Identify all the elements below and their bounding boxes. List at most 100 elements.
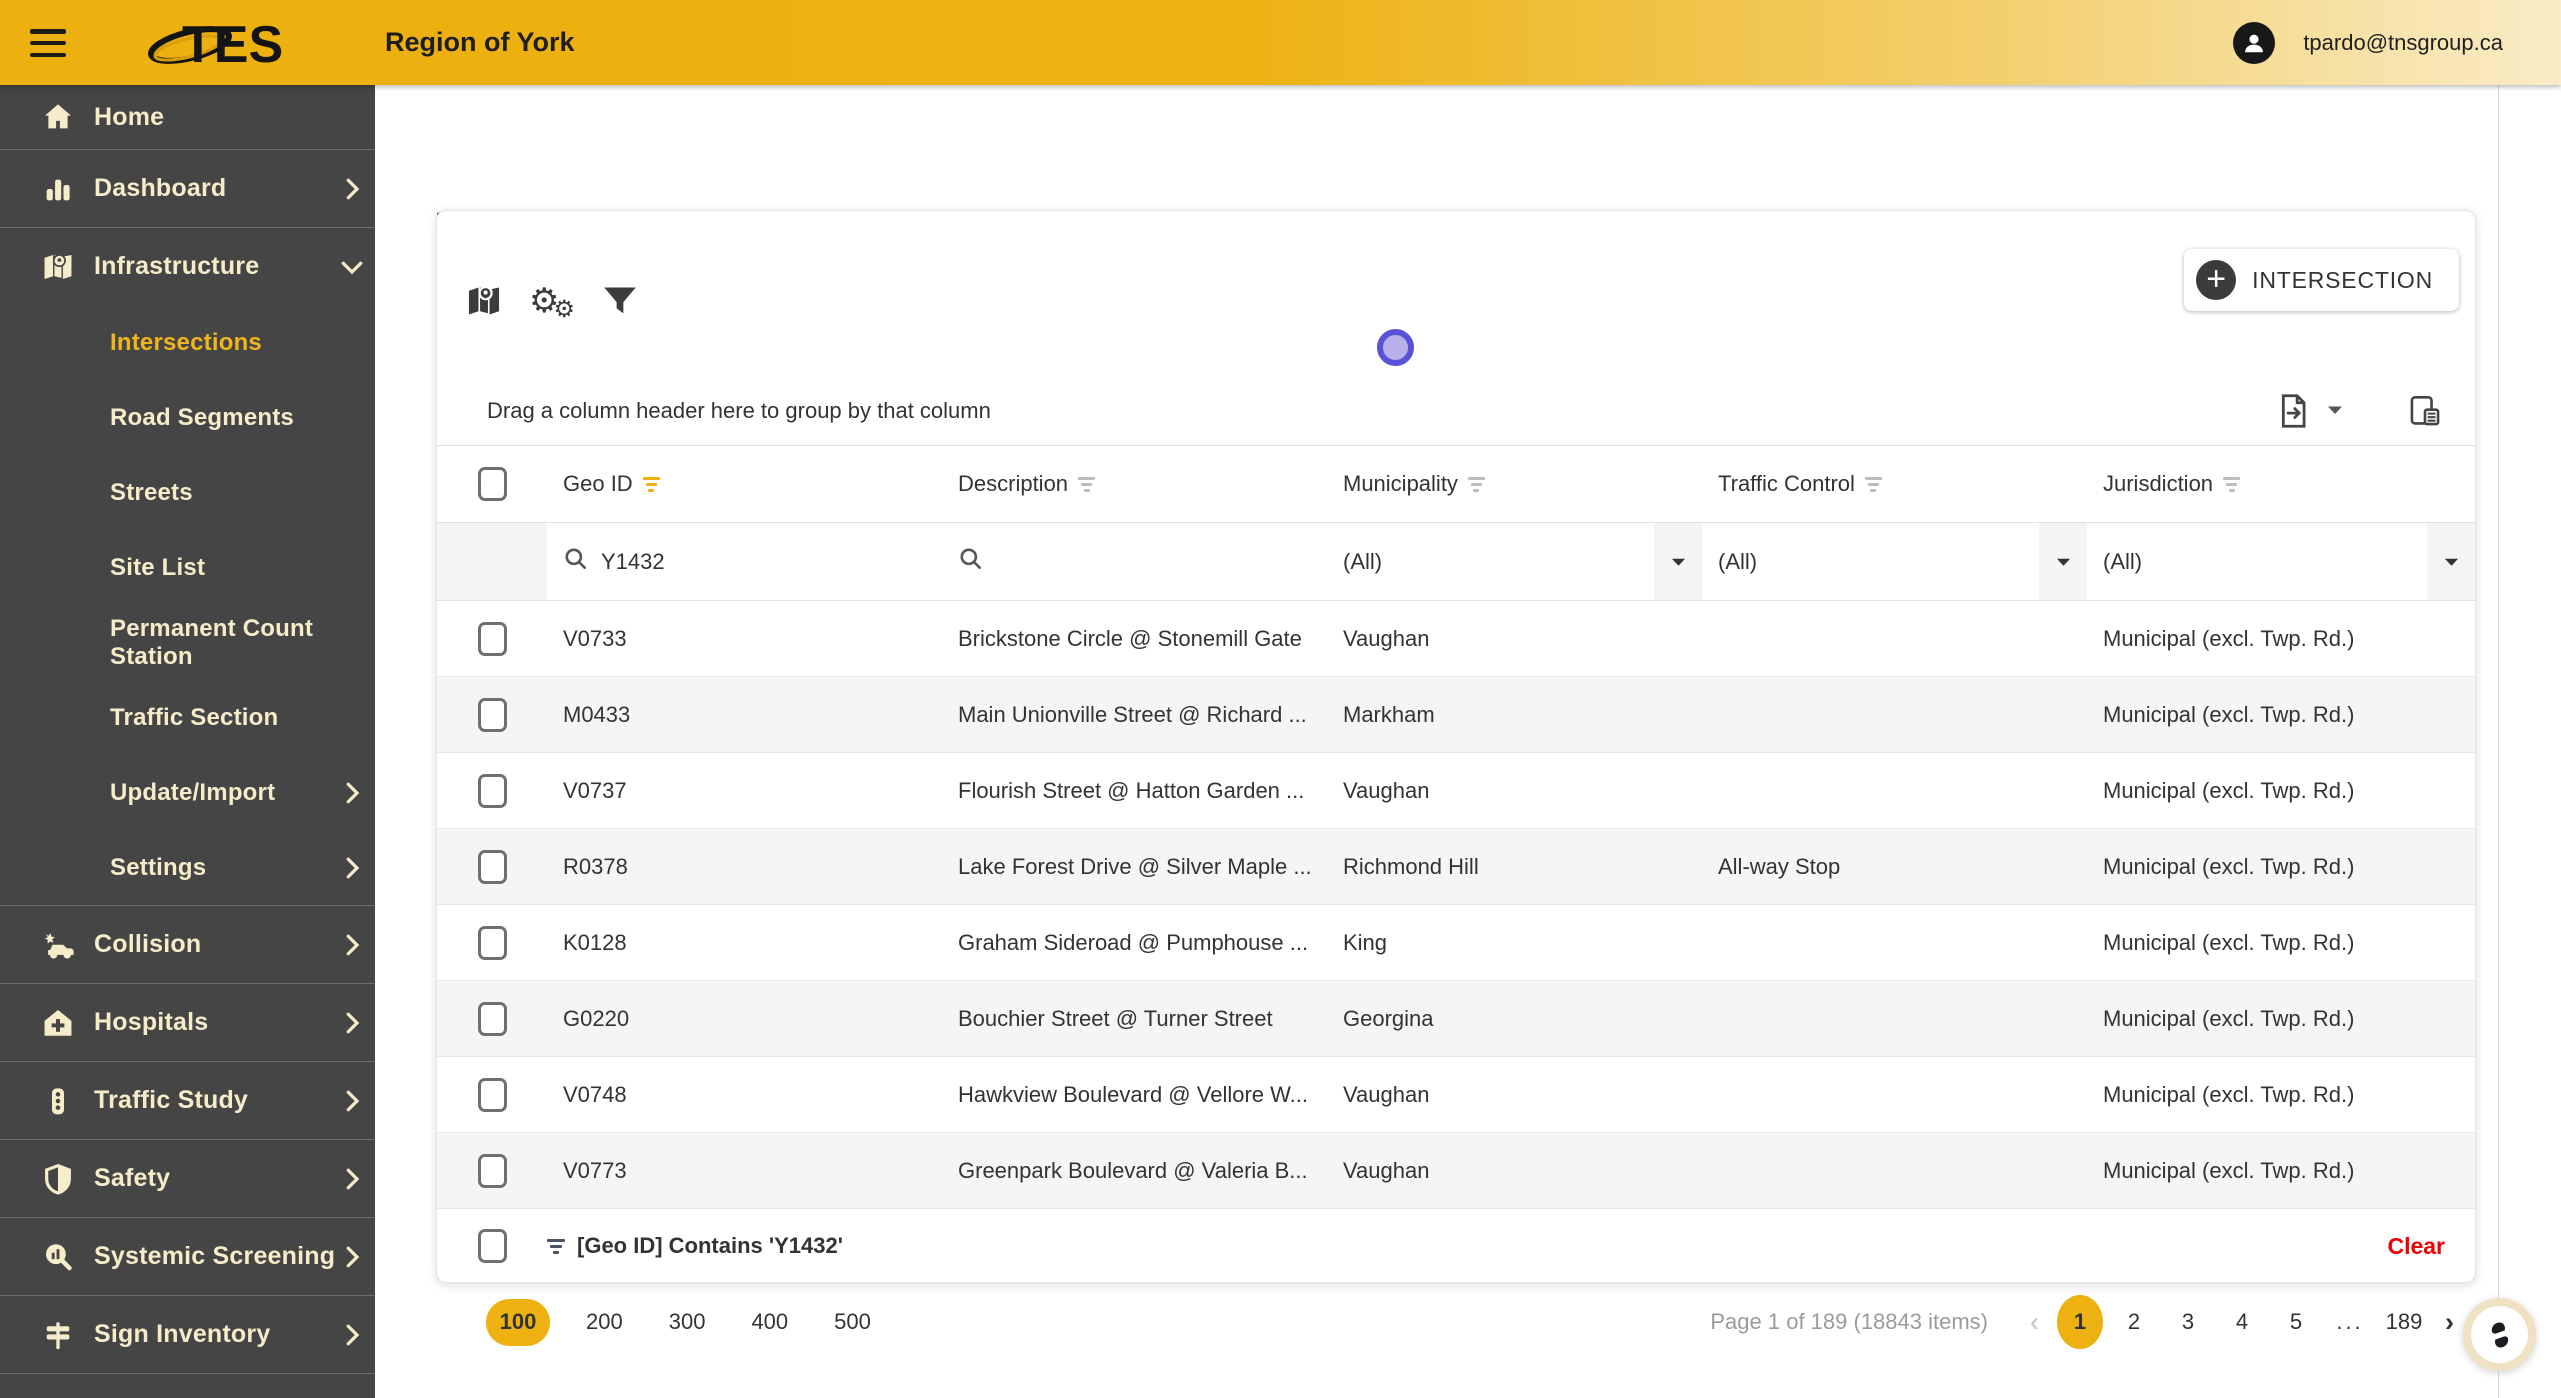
- chevron-right-icon: [337, 1164, 367, 1194]
- chevron-right-icon: [337, 1008, 367, 1038]
- page-number-1[interactable]: 1: [2057, 1295, 2103, 1349]
- menu-icon[interactable]: [30, 29, 66, 57]
- filter-icon: [547, 1238, 565, 1254]
- sidebar-item-traffic-section[interactable]: Traffic Section: [0, 680, 375, 755]
- shield-icon: [36, 1159, 80, 1199]
- sidebar-item-label: Safety: [94, 1164, 171, 1192]
- group-panel-hint: Drag a column header here to group by th…: [487, 398, 991, 423]
- filter-icon[interactable]: [2223, 476, 2241, 492]
- column-chooser-icon[interactable]: [2405, 390, 2445, 432]
- filter-active-icon[interactable]: [642, 476, 660, 492]
- table-row[interactable]: V0773 Greenpark Boulevard @ Valeria B...…: [437, 1133, 2475, 1209]
- page-number-189[interactable]: 189: [2381, 1295, 2427, 1349]
- sidebar-item-label: Road Segments: [110, 403, 294, 431]
- row-checkbox[interactable]: [477, 849, 507, 884]
- filter-enabled-checkbox[interactable]: [477, 1229, 507, 1263]
- filter-icon[interactable]: [1864, 476, 1882, 492]
- geo-id-filter-input[interactable]: [601, 548, 841, 575]
- sidebar-item-label: Infrastructure: [94, 252, 260, 280]
- sidebar-item-safety[interactable]: Safety: [0, 1139, 375, 1217]
- page-size-100[interactable]: 100: [486, 1298, 550, 1346]
- filter-icon[interactable]: [1467, 476, 1485, 492]
- sidebar-item-collision[interactable]: Collision: [0, 905, 375, 983]
- sidebar-item-infrastructure[interactable]: Infrastructure: [0, 227, 375, 305]
- export-dropdown-caret-icon[interactable]: [2327, 402, 2343, 420]
- column-header-geo-id[interactable]: Geo ID: [547, 471, 942, 497]
- clear-filter-button[interactable]: Clear: [2387, 1233, 2445, 1260]
- cell-municipality: Vaughan: [1343, 625, 1430, 651]
- sidebar-item-intersections[interactable]: Intersections: [0, 305, 375, 380]
- chevron-down-icon: [337, 252, 367, 282]
- map-icon[interactable]: [461, 280, 507, 322]
- column-header-description[interactable]: Description: [942, 471, 1327, 497]
- export-icon[interactable]: [2273, 390, 2313, 432]
- municipality-filter-select[interactable]: (All): [1327, 523, 1702, 600]
- page-number-2[interactable]: 2: [2111, 1295, 2157, 1349]
- page-size-400[interactable]: 400: [741, 1309, 798, 1335]
- sidebar-item-dashboard[interactable]: Dashboard: [0, 149, 375, 227]
- row-checkbox[interactable]: [477, 773, 507, 808]
- page-number-3[interactable]: 3: [2165, 1295, 2211, 1349]
- column-header-jurisdiction[interactable]: Jurisdiction: [2087, 471, 2475, 497]
- tes-logo[interactable]: TES: [148, 11, 298, 74]
- cell-jurisdiction: Municipal (excl. Twp. Rd.): [2103, 1081, 2355, 1107]
- description-filter-cell[interactable]: [942, 523, 1327, 600]
- table-row[interactable]: V0733 Brickstone Circle @ Stonemill Gate…: [437, 601, 2475, 677]
- sidebar-item-sign-inventory[interactable]: Sign Inventory: [0, 1295, 375, 1373]
- sidebar-item-streets[interactable]: Streets: [0, 455, 375, 530]
- feedback-fab-button[interactable]: [2463, 1298, 2536, 1371]
- dropdown-button[interactable]: [2039, 523, 2087, 600]
- row-checkbox[interactable]: [477, 1153, 507, 1188]
- hospital-icon: [36, 1003, 80, 1043]
- sidebar-item-traffic-study[interactable]: Traffic Study: [0, 1061, 375, 1139]
- column-header-municipality[interactable]: Municipality: [1327, 471, 1702, 497]
- sidebar-item-permanent-count-station[interactable]: Permanent Count Station: [0, 605, 375, 680]
- table-row[interactable]: G0220 Bouchier Street @ Turner Street Ge…: [437, 981, 2475, 1057]
- sidebar-item-home[interactable]: Home: [0, 85, 375, 149]
- dropdown-button[interactable]: [1654, 523, 1702, 600]
- add-intersection-button[interactable]: + INTERSECTION: [2184, 249, 2459, 311]
- signpost-icon: [36, 1315, 80, 1355]
- table-row[interactable]: V0748 Hawkview Boulevard @ Vellore W... …: [437, 1057, 2475, 1133]
- page-size-500[interactable]: 500: [824, 1309, 881, 1335]
- sidebar-item-update-import[interactable]: Update/Import: [0, 755, 375, 830]
- table-row[interactable]: M0433 Main Unionville Street @ Richard .…: [437, 677, 2475, 753]
- settings-gears-icon[interactable]: ⚙ ⚙: [529, 280, 575, 322]
- table-row[interactable]: R0378 Lake Forest Drive @ Silver Maple .…: [437, 829, 2475, 905]
- row-checkbox[interactable]: [477, 1001, 507, 1036]
- filter-icon[interactable]: [1078, 476, 1096, 492]
- sidebar-item-label: Collision: [94, 930, 202, 958]
- user-menu[interactable]: tpardo@tnsgroup.ca: [2233, 0, 2503, 85]
- chevron-right-icon[interactable]: ›: [2435, 1307, 2464, 1338]
- sidebar-item-label: Traffic Study: [94, 1086, 249, 1114]
- column-header-traffic-control[interactable]: Traffic Control: [1702, 471, 2087, 497]
- plus-icon: +: [2196, 260, 2237, 300]
- row-checkbox[interactable]: [477, 1077, 507, 1112]
- page-size-300[interactable]: 300: [659, 1309, 716, 1335]
- user-avatar-icon[interactable]: [2233, 21, 2276, 64]
- filter-funnel-icon[interactable]: [597, 280, 643, 322]
- chevron-right-icon: [337, 930, 367, 960]
- row-checkbox[interactable]: [477, 621, 507, 656]
- page-number-5[interactable]: 5: [2273, 1295, 2319, 1349]
- table-row[interactable]: K0128 Graham Sideroad @ Pumphouse ... Ki…: [437, 905, 2475, 981]
- dropdown-button[interactable]: [2427, 523, 2475, 600]
- user-email[interactable]: tpardo@tnsgroup.ca: [2303, 30, 2503, 56]
- search-icon: [958, 546, 984, 578]
- row-checkbox[interactable]: [477, 925, 507, 960]
- page-number-4[interactable]: 4: [2219, 1295, 2265, 1349]
- sidebar-item-site-list[interactable]: Site List: [0, 530, 375, 605]
- sidebar-item-road-segments[interactable]: Road Segments: [0, 380, 375, 455]
- sidebar-item-systemic-screening[interactable]: Systemic Screening: [0, 1217, 375, 1295]
- sidebar-item-maintenance[interactable]: Maintenance: [0, 1373, 375, 1398]
- sidebar-item-hospitals[interactable]: Hospitals: [0, 983, 375, 1061]
- sidebar-item-settings[interactable]: Settings: [0, 830, 375, 905]
- row-checkbox[interactable]: [477, 697, 507, 732]
- select-all-checkbox[interactable]: [477, 467, 507, 501]
- traffic-control-filter-select[interactable]: (All): [1702, 523, 2087, 600]
- page-size-200[interactable]: 200: [576, 1309, 633, 1335]
- cell-traffic-control: All-way Stop: [1718, 853, 1841, 879]
- table-row[interactable]: V0737 Flourish Street @ Hatton Garden ..…: [437, 753, 2475, 829]
- jurisdiction-filter-select[interactable]: (All): [2087, 523, 2475, 600]
- applied-filter-text[interactable]: [Geo ID] Contains 'Y1432': [577, 1233, 2387, 1259]
